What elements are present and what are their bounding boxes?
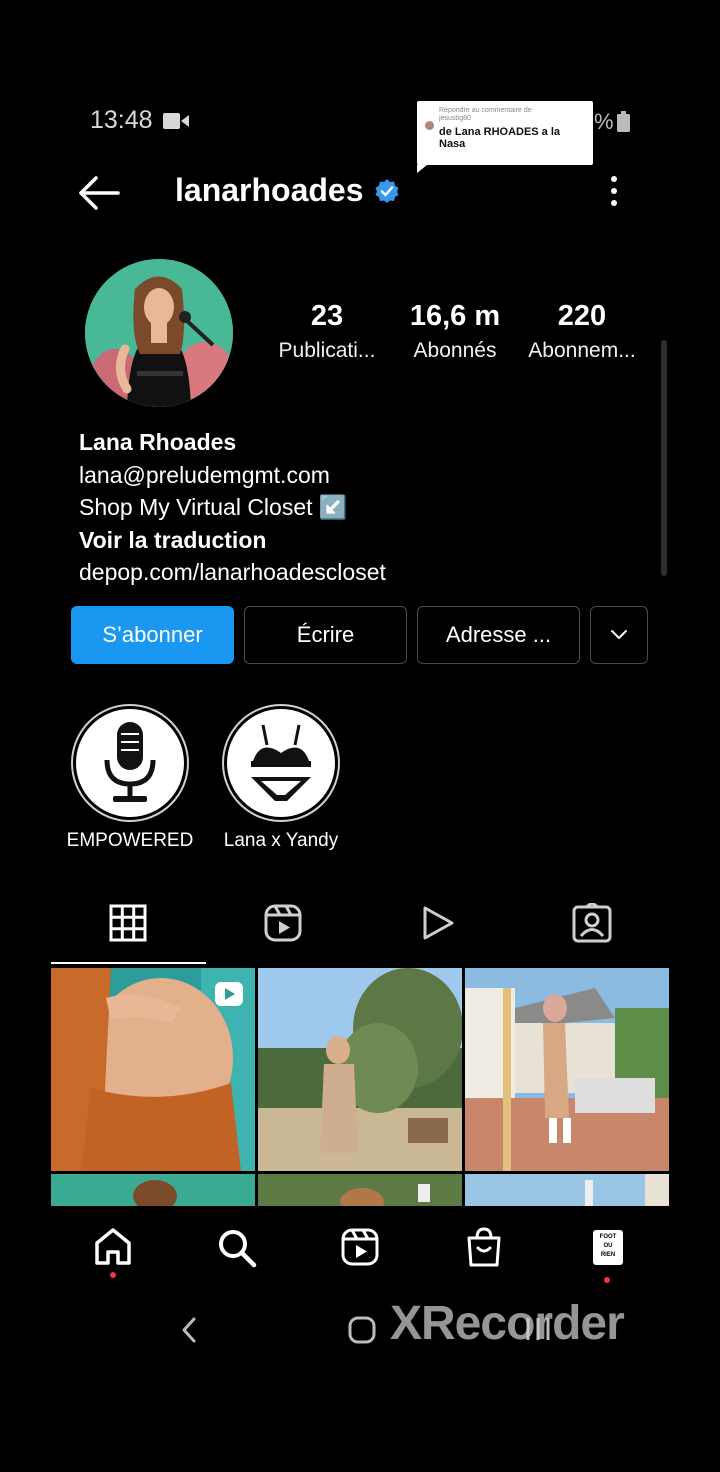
verified-badge-icon xyxy=(375,179,399,203)
reply-notification[interactable]: Répondre au commentaire de jesusbg80 de … xyxy=(417,101,593,173)
address-button[interactable]: Adresse ... xyxy=(417,606,580,664)
post-thumbnail[interactable] xyxy=(51,968,255,1171)
profile-nav-text-2: OU xyxy=(603,1243,613,1249)
video-tab-icon[interactable] xyxy=(420,904,456,942)
post-image xyxy=(258,1174,462,1206)
follow-button[interactable]: S’abonner xyxy=(71,606,234,664)
status-time: 13:48 xyxy=(90,106,153,134)
stat-followers[interactable]: 16,6 m Abonnés xyxy=(398,300,512,363)
post-image xyxy=(465,1174,669,1206)
search-icon[interactable] xyxy=(217,1228,257,1268)
system-home-icon[interactable] xyxy=(347,1315,377,1345)
bio-email[interactable]: lana@preludemgmt.com xyxy=(79,459,386,492)
post-image xyxy=(258,968,462,1171)
notification-user: jesusbg80 xyxy=(439,115,471,122)
post-image xyxy=(465,968,669,1171)
post-thumbnail[interactable] xyxy=(258,968,462,1171)
shop-icon[interactable] xyxy=(466,1226,502,1268)
profile-display-name: Lana Rhoades xyxy=(79,429,237,455)
stat-following-label: Abonnem... xyxy=(528,339,636,362)
post-image xyxy=(51,1174,255,1206)
notification-message: de Lana RHOADES a la Nasa xyxy=(439,126,561,150)
stat-following-count: 220 xyxy=(557,300,607,332)
see-translation-link[interactable]: Voir la traduction xyxy=(79,524,386,557)
stat-followers-count: 16,6 m xyxy=(409,300,501,332)
post-thumbnail[interactable] xyxy=(465,1174,669,1206)
stat-posts-count: 23 xyxy=(310,300,344,332)
stat-posts[interactable]: 23 Publicati... xyxy=(268,300,386,363)
home-icon[interactable] xyxy=(93,1227,133,1267)
microphone-icon xyxy=(104,722,156,802)
battery-percent: % xyxy=(594,109,614,134)
bio-website-link[interactable]: depop.com/lanarhoadescloset xyxy=(79,556,386,589)
stat-posts-label: Publicati... xyxy=(278,339,376,362)
profile-username: lanarhoades xyxy=(175,172,364,208)
post-image xyxy=(51,968,255,1171)
profile-avatar[interactable] xyxy=(85,259,233,407)
active-tab-indicator xyxy=(51,962,206,964)
reels-icon[interactable] xyxy=(341,1228,379,1266)
reels-tab-icon[interactable] xyxy=(264,904,302,942)
back-arrow-icon[interactable] xyxy=(78,176,120,210)
notification-avatar xyxy=(425,121,434,130)
tagged-tab-icon[interactable] xyxy=(572,903,612,943)
post-thumbnail[interactable] xyxy=(258,1174,462,1206)
profile-bio: Lana Rhoades lana@preludemgmt.com Shop M… xyxy=(79,426,386,589)
stat-followers-label: Abonnés xyxy=(413,339,497,362)
message-button[interactable]: Écrire xyxy=(244,606,407,664)
video-recording-icon xyxy=(163,113,189,129)
profile-nav-text-1: FOOT xyxy=(599,1234,617,1240)
recorder-watermark: XRecorder xyxy=(390,1297,625,1350)
highlight-lana-x-yandy-label: Lana x Yandy xyxy=(223,830,339,851)
grid-tab-icon[interactable] xyxy=(109,904,147,942)
notification-title: Répondre au commentaire de xyxy=(439,107,532,114)
more-options-icon[interactable] xyxy=(604,175,624,207)
post-thumbnail[interactable] xyxy=(465,968,669,1171)
profile-nav-text-3: RIEN xyxy=(600,1252,616,1258)
profile-photo xyxy=(85,259,233,407)
system-back-icon[interactable] xyxy=(180,1316,198,1344)
bio-line: Shop My Virtual Closet ↙️ xyxy=(79,494,348,520)
highlight-empowered-label: EMPOWERED xyxy=(66,830,194,851)
stat-following[interactable]: 220 Abonnem... xyxy=(520,300,644,363)
lingerie-icon xyxy=(251,724,311,801)
profile-nav-avatar[interactable]: FOOT OU RIEN xyxy=(593,1230,623,1265)
battery-icon xyxy=(617,111,630,132)
suggestions-button[interactable] xyxy=(590,606,648,664)
home-notification-dot xyxy=(110,1272,116,1278)
post-thumbnail[interactable] xyxy=(51,1174,255,1206)
scrollbar[interactable] xyxy=(661,340,667,576)
highlight-lana-x-yandy[interactable] xyxy=(222,704,340,822)
highlight-empowered[interactable] xyxy=(71,704,189,822)
profile-notification-dot xyxy=(604,1277,610,1283)
chevron-down-icon xyxy=(611,630,627,639)
